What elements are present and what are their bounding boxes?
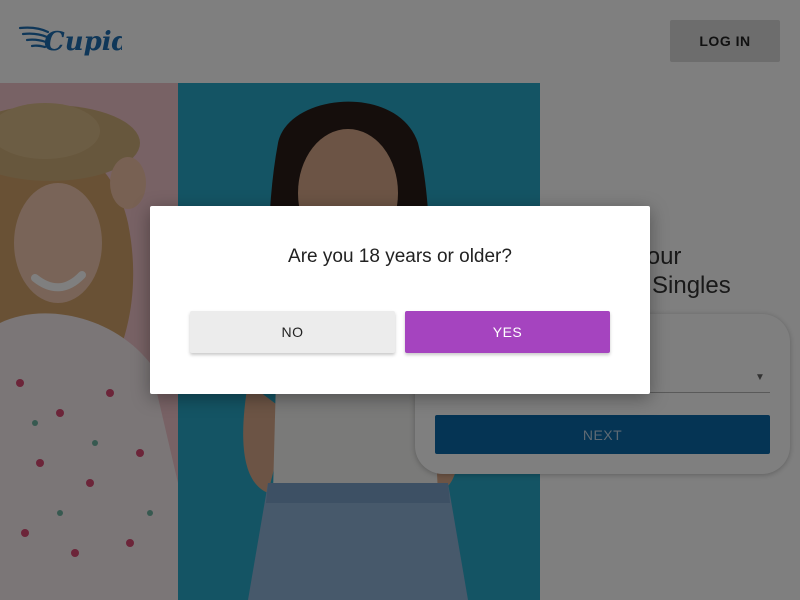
dialog-question: Are you 18 years or older? [288,246,512,267]
age-verification-dialog: Are you 18 years or older? NO YES [150,206,650,394]
yes-button[interactable]: YES [405,311,610,353]
no-button[interactable]: NO [190,311,395,353]
